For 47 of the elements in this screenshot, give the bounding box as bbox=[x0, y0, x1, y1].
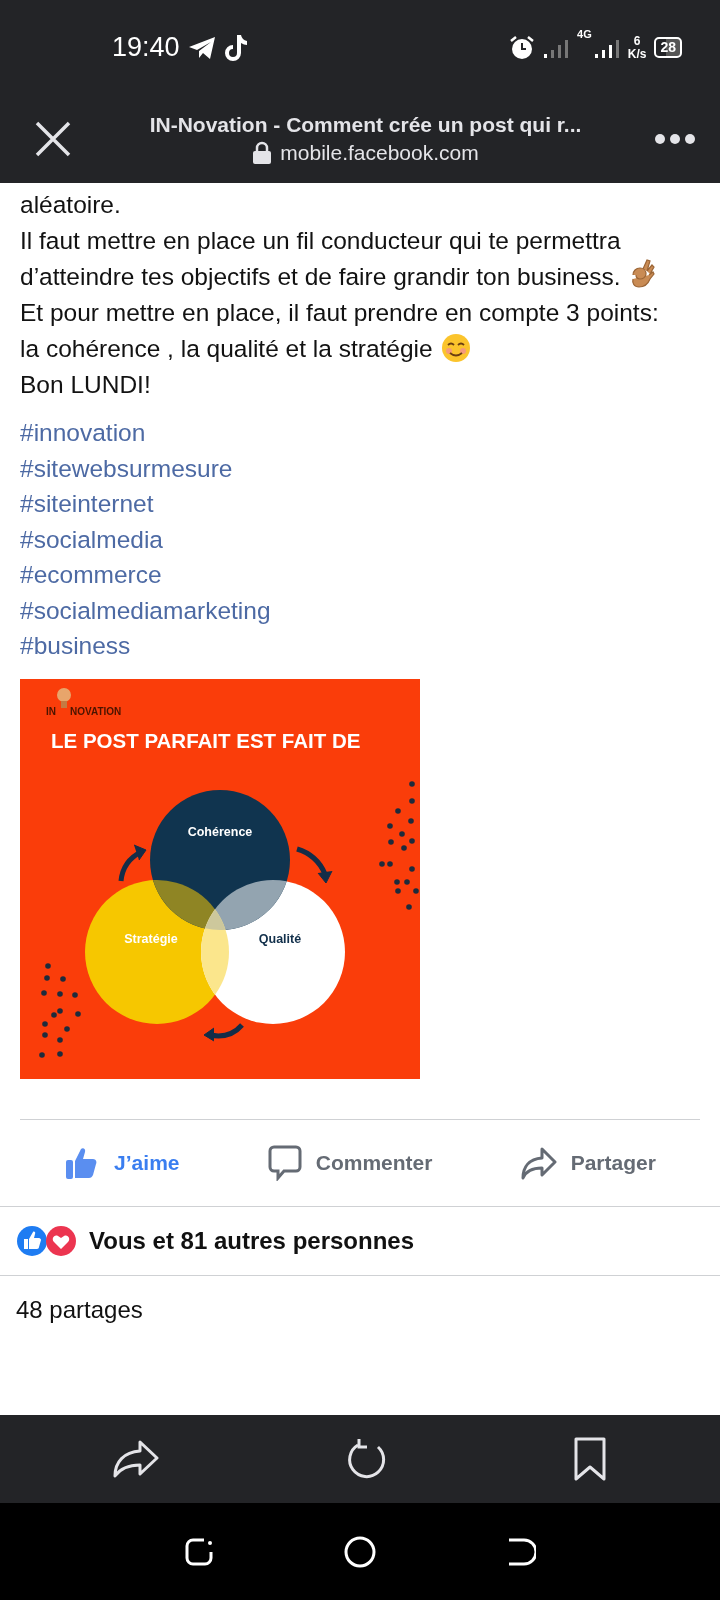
poster-headline: LE POST PARFAIT EST FAIT DE bbox=[51, 728, 361, 753]
love-reaction-icon bbox=[45, 1224, 77, 1257]
hashtag-link[interactable]: #business bbox=[20, 628, 131, 664]
comment-button[interactable]: Commenter bbox=[261, 1143, 439, 1182]
bookmark-icon[interactable] bbox=[573, 1437, 608, 1481]
lightbulb-logo-icon bbox=[57, 687, 71, 708]
speech-bubble-icon bbox=[267, 1144, 302, 1181]
hashtag-link[interactable]: #ecommerce bbox=[20, 557, 162, 593]
shares-count[interactable]: 48 partages bbox=[16, 1295, 143, 1324]
home-icon[interactable] bbox=[343, 1534, 377, 1569]
page-title: IN-Novation - Comment crée un post qui r... bbox=[149, 113, 582, 137]
circle-label: Qualité bbox=[258, 931, 302, 946]
like-button[interactable]: J’aime bbox=[58, 1143, 186, 1182]
alarm-clock-icon bbox=[509, 34, 536, 61]
post-image[interactable]: IN NOVATION LE POST PARFAIT EST FAIT DE Cohérence Stratégie Qualité bbox=[20, 678, 420, 1079]
hashtag-link[interactable]: #socialmedia bbox=[20, 521, 163, 557]
post-text: aléatoire. bbox=[20, 190, 122, 220]
data-speed-value: 6 bbox=[633, 34, 641, 48]
post-text: Bon LUNDI! bbox=[20, 370, 152, 400]
lock-icon bbox=[252, 141, 273, 165]
cycle-arrow bbox=[118, 844, 147, 881]
post-text: Il faut mettre en place un fil conducteur qui te permettra d’atteindre tes objectifs et de faire grandir ton business. bbox=[20, 223, 665, 295]
logo-text: NOVATION bbox=[70, 705, 122, 717]
battery-indicator: 28 bbox=[654, 37, 682, 58]
music-note-icon bbox=[223, 33, 248, 62]
circle-label: Cohérence bbox=[187, 824, 253, 839]
post-text: Et pour mettre en place, il faut prendre en compte 3 points: la cohérence , la qualité et la stratégie bbox=[20, 298, 660, 365]
data-speed-unit: K/s bbox=[627, 47, 647, 61]
clock-time: 19:40 bbox=[112, 32, 180, 63]
reactions-summary[interactable]: Vous et 81 autres personnes bbox=[89, 1226, 414, 1255]
like-reaction-icon bbox=[16, 1224, 48, 1257]
smiling-face-emoji-icon bbox=[440, 333, 471, 363]
hashtag-link[interactable]: #innovation bbox=[20, 415, 146, 451]
share-arrow-icon bbox=[520, 1145, 557, 1180]
hashtag-link[interactable]: #siteinternet bbox=[20, 486, 154, 522]
cycle-arrow bbox=[296, 846, 333, 883]
share-button[interactable]: Partager bbox=[514, 1144, 662, 1181]
network-type: 4G bbox=[577, 28, 592, 40]
cycle-arrow bbox=[203, 1022, 244, 1041]
share-icon[interactable] bbox=[112, 1439, 159, 1479]
hashtag-link[interactable]: #socialmediamarketing bbox=[20, 592, 271, 628]
hashtag-link[interactable]: #sitewebsurmesure bbox=[20, 450, 233, 486]
page-url: mobile.facebook.com bbox=[280, 141, 479, 165]
paper-plane-icon bbox=[187, 35, 216, 60]
logo-text: IN bbox=[46, 705, 56, 717]
recent-apps-icon[interactable] bbox=[184, 1536, 215, 1567]
circle-label: Stratégie bbox=[124, 931, 178, 946]
